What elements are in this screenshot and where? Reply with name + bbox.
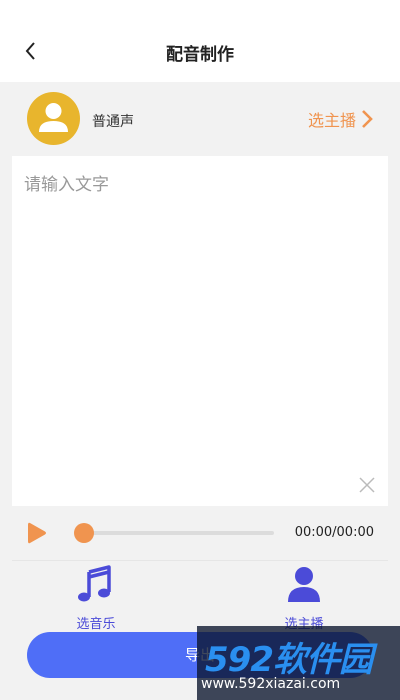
clear-button[interactable] (358, 476, 376, 494)
person-icon (288, 567, 320, 602)
voice-name: 普通声 (92, 114, 134, 130)
play-button[interactable] (26, 520, 48, 550)
music-note-icon (78, 565, 111, 602)
avatar (27, 92, 80, 145)
page-title: 配音制作 (166, 45, 234, 65)
text-input[interactable] (12, 156, 388, 466)
progress-thumb[interactable] (74, 523, 94, 543)
select-music-button[interactable]: 选音乐 (56, 563, 136, 632)
tool-bar: 选音乐 选主播 (12, 560, 388, 632)
top-bar: 配音制作 (0, 0, 400, 82)
choose-anchor-link[interactable]: 选主播 (308, 106, 374, 132)
audio-player: 00:00/00:00 (12, 506, 388, 560)
watermark-url: www.592xiazai.com (201, 676, 341, 692)
progress-track[interactable] (84, 531, 274, 535)
watermark: 592软件园 www.592xiazai.com (197, 626, 400, 700)
select-anchor-button[interactable]: 选主播 (264, 563, 344, 632)
voice-selector-row: 普通声 选主播 (12, 82, 388, 156)
user-icon (39, 103, 68, 132)
close-icon (359, 477, 375, 493)
text-editor (12, 156, 388, 506)
watermark-logo: 592软件园 (205, 640, 373, 680)
chevron-right-icon (362, 110, 373, 128)
select-music-label: 选音乐 (76, 617, 116, 632)
time-display: 00:00/00:00 (294, 525, 374, 540)
play-icon (28, 522, 46, 544)
choose-anchor-label: 选主播 (307, 111, 356, 130)
